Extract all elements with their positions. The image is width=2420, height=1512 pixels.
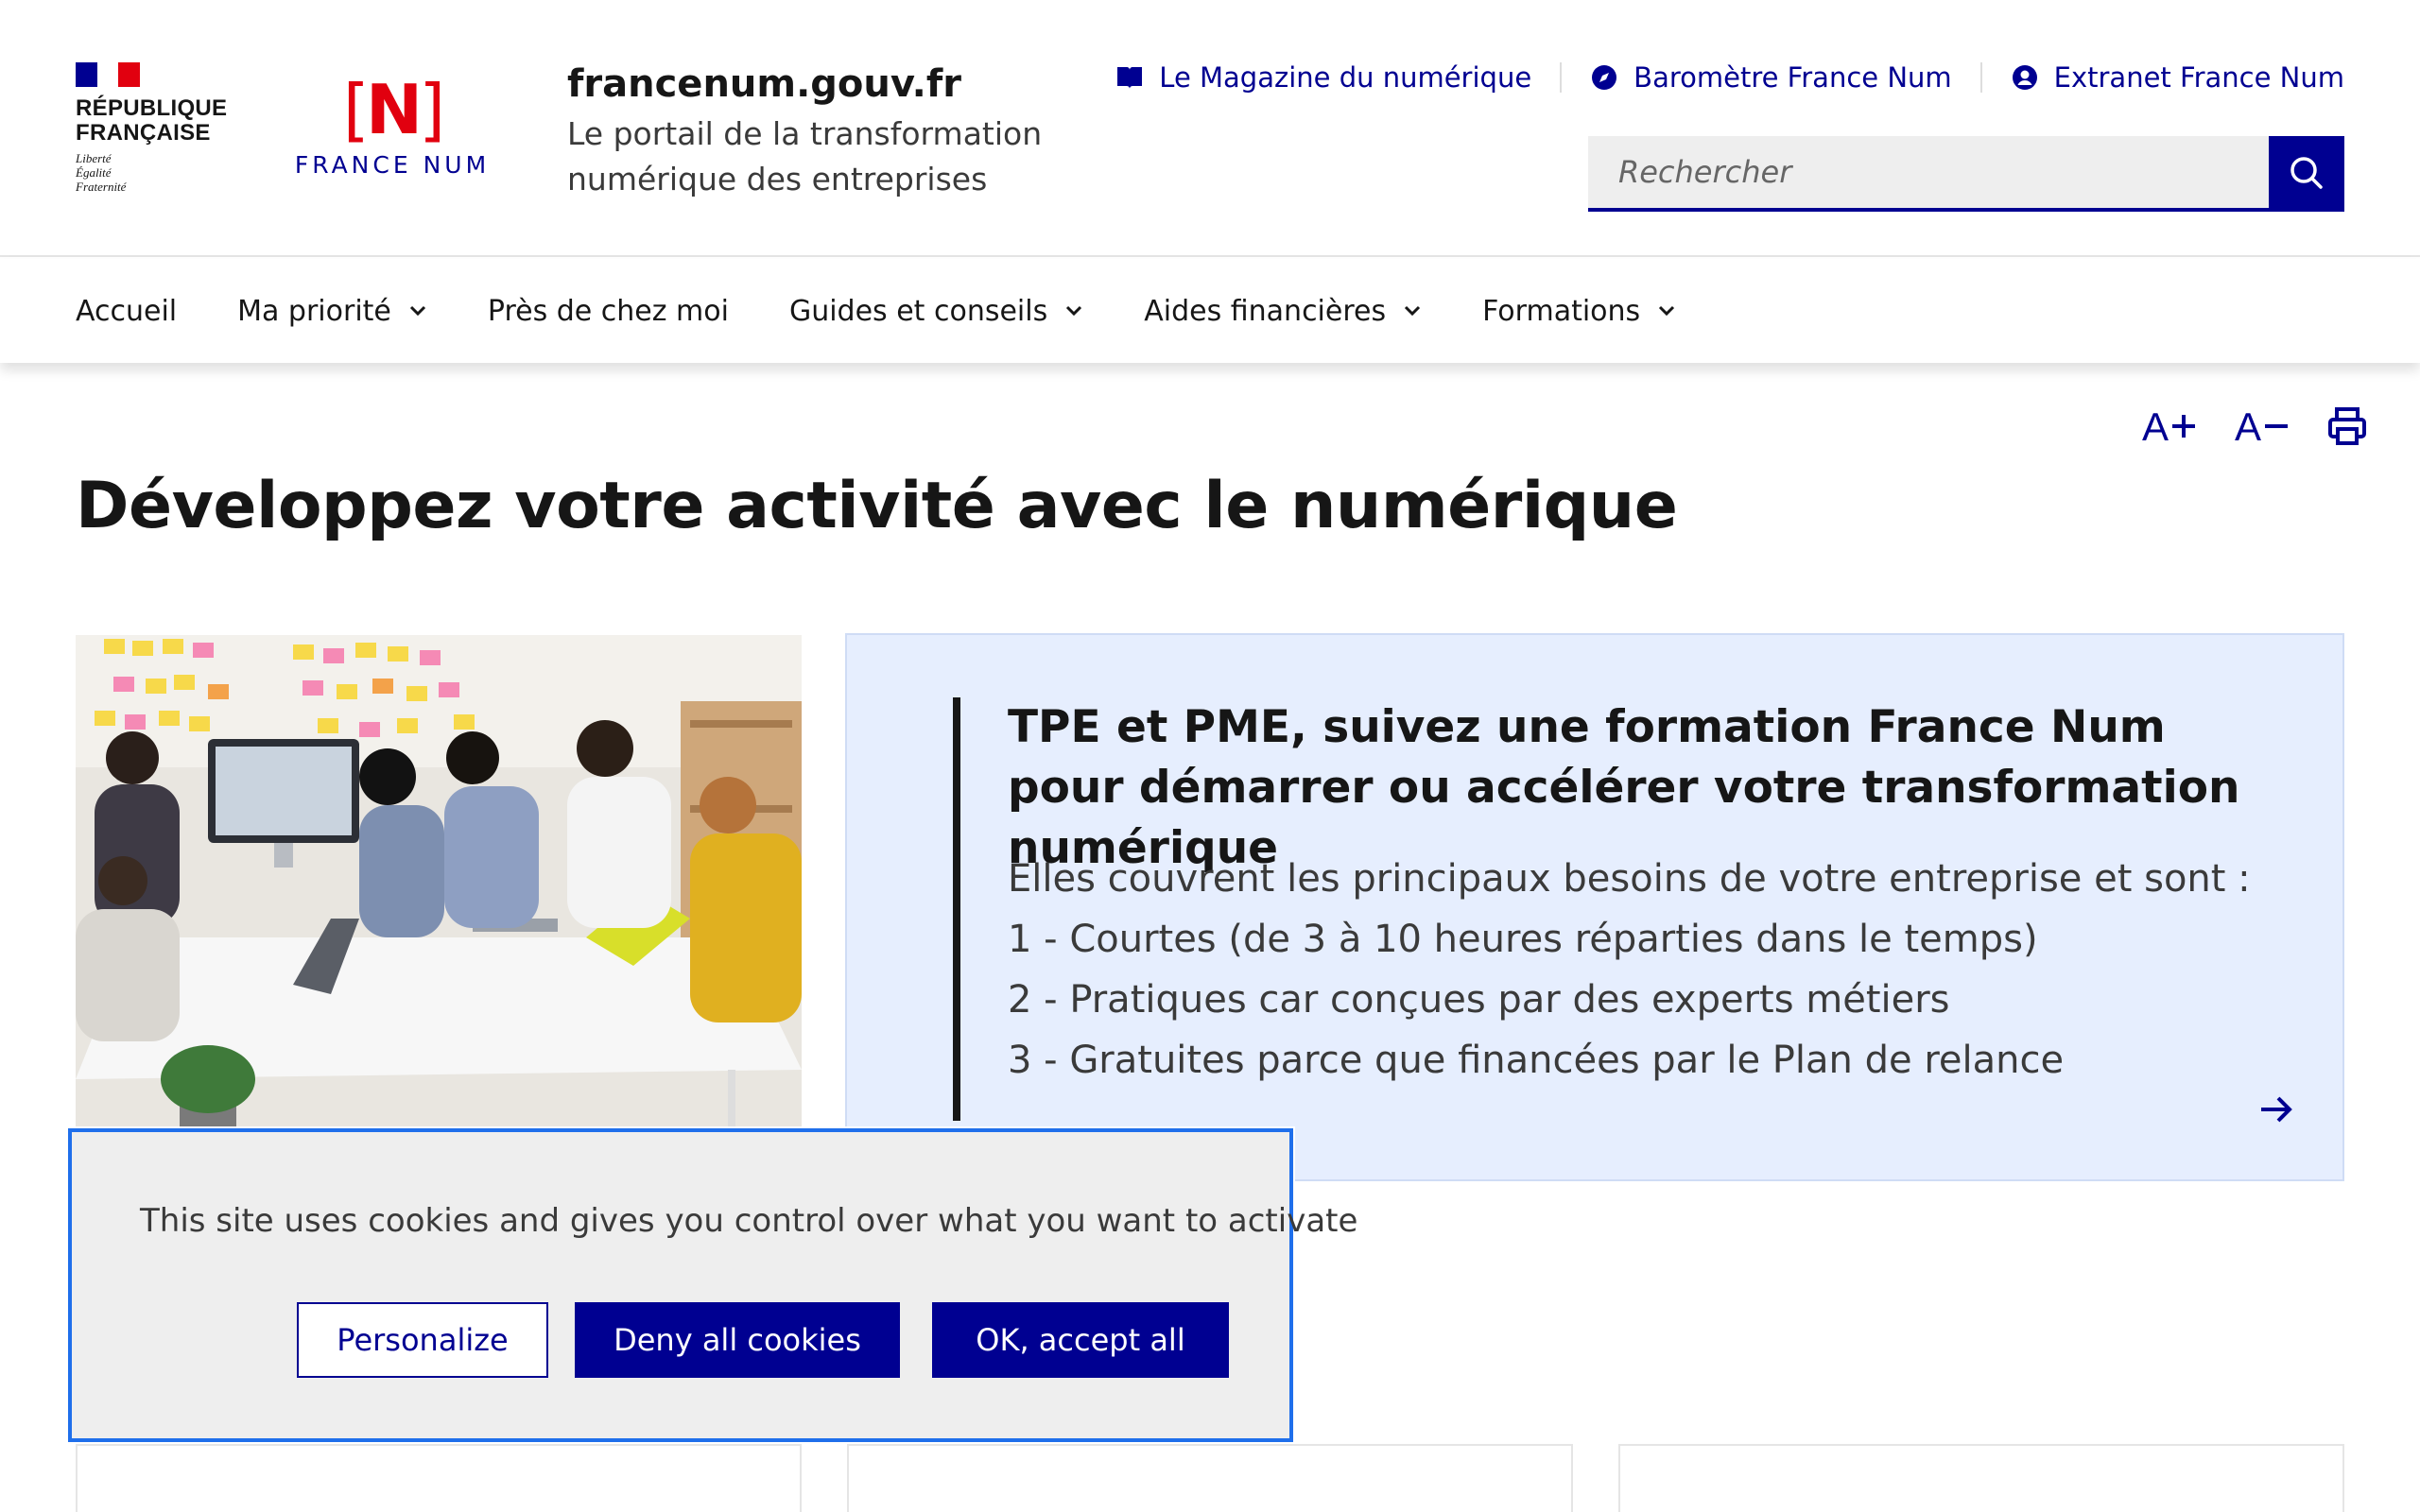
- increase-text-size-button[interactable]: A: [2142, 404, 2199, 450]
- cookie-message: This site uses cookies and gives you con…: [140, 1202, 1358, 1240]
- separator: [1979, 62, 1982, 93]
- content-card[interactable]: [847, 1444, 1573, 1512]
- promo-point: 1 - Courtes (de 3 à 10 heures réparties …: [1008, 918, 2038, 961]
- separator: [1560, 62, 1563, 93]
- quick-links: Le Magazine du numérique Baromètre Franc…: [1115, 57, 2344, 98]
- search-bar: [1588, 136, 2344, 212]
- site-tagline: Le portail de la transformation numériqu…: [567, 115, 1043, 198]
- user-circle-icon: [2011, 63, 2039, 92]
- nav-item-accueil[interactable]: Accueil: [76, 295, 177, 328]
- nav-item-pres-de-chez-moi[interactable]: Près de chez moi: [488, 295, 729, 328]
- personalize-button[interactable]: Personalize: [297, 1302, 548, 1378]
- promo-point: 2 - Pratiques car conçues par des expert…: [1008, 978, 1950, 1022]
- marianne-flag-icon: [76, 62, 141, 87]
- promo-point: 3 - Gratuites parce que financées par le…: [1008, 1039, 2065, 1082]
- chevron-down-icon: [1403, 304, 1422, 318]
- print-button[interactable]: [2327, 406, 2367, 449]
- content-card[interactable]: [1618, 1444, 2344, 1512]
- promo-intro: Elles couvrent les principaux besoins de…: [1008, 857, 2251, 901]
- page-title: Développez votre activité avec le numéri…: [76, 469, 1678, 543]
- republique-motto: Liberté Égalité Fraternité: [76, 151, 127, 194]
- chevron-down-icon: [1064, 304, 1083, 318]
- search-icon: [2288, 154, 2325, 195]
- decrease-text-size-button[interactable]: A: [2235, 404, 2291, 450]
- accessibility-tools: A A: [2106, 404, 2367, 450]
- content-card[interactable]: [76, 1444, 802, 1512]
- main-navigation: Accueil Ma priorité Près de chez moi Gui…: [0, 259, 2420, 363]
- chevron-down-icon: [1657, 304, 1676, 318]
- accent-bar: [953, 697, 960, 1121]
- cookie-consent-banner: This site uses cookies and gives you con…: [66, 1126, 1357, 1444]
- france-num-logo[interactable]: [N] FRANCE NUM: [284, 76, 501, 179]
- print-icon: [2327, 406, 2367, 449]
- chevron-down-icon: [408, 304, 427, 318]
- plus-icon: [2169, 411, 2199, 444]
- arrow-right-icon[interactable]: [2257, 1092, 2295, 1130]
- nav-item-ma-priorite[interactable]: Ma priorité: [237, 295, 427, 328]
- republique-name: RÉPUBLIQUE FRANÇAISE: [76, 95, 228, 146]
- quick-link-magazine[interactable]: Le Magazine du numérique: [1115, 61, 1531, 94]
- site-title[interactable]: francenum.gouv.fr: [567, 62, 961, 106]
- compass-icon: [1590, 63, 1618, 92]
- accept-all-cookies-button[interactable]: OK, accept all: [932, 1302, 1229, 1378]
- minus-icon: [2261, 411, 2291, 444]
- quick-link-barometre[interactable]: Baromètre France Num: [1590, 61, 1952, 94]
- deny-all-cookies-button[interactable]: Deny all cookies: [575, 1302, 900, 1378]
- quick-link-extranet[interactable]: Extranet France Num: [2011, 61, 2344, 94]
- nav-item-formations[interactable]: Formations: [1482, 295, 1676, 328]
- republique-francaise-logo[interactable]: RÉPUBLIQUE FRANÇAISE Liberté Égalité Fra…: [76, 62, 227, 194]
- search-button[interactable]: [2269, 136, 2344, 212]
- france-num-wordmark: FRANCE NUM: [294, 151, 491, 179]
- book-icon: [1115, 63, 1144, 92]
- site-header: RÉPUBLIQUE FRANÇAISE Liberté Égalité Fra…: [0, 0, 2420, 257]
- hero-office-meeting-image: [76, 635, 802, 1136]
- search-input[interactable]: [1588, 136, 2269, 212]
- formation-promo-card[interactable]: TPE et PME, suivez une formation France …: [845, 633, 2344, 1181]
- nav-item-guides-et-conseils[interactable]: Guides et conseils: [789, 295, 1083, 328]
- nav-item-aides-financieres[interactable]: Aides financières: [1144, 295, 1422, 328]
- france-num-mark: [N]: [342, 70, 445, 149]
